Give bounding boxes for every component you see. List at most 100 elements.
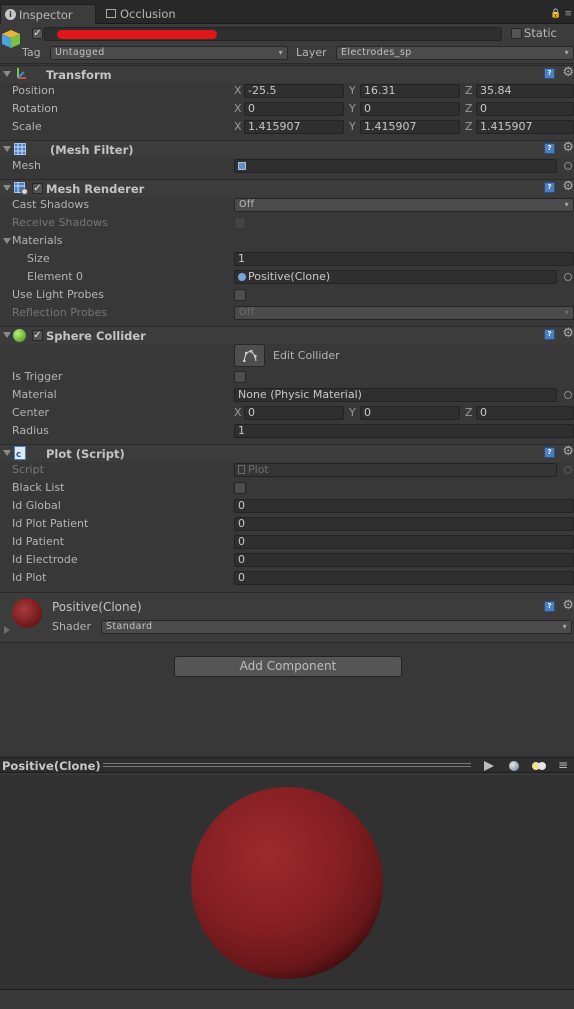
use-light-probes-checkbox[interactable] (234, 289, 246, 301)
mesh-label: Mesh (12, 159, 41, 172)
materials-fold-icon[interactable] (3, 238, 11, 244)
object-picker-icon[interactable] (564, 273, 572, 281)
materials-size-field[interactable]: 1 (234, 252, 574, 266)
rotation-x-axis-label[interactable]: X (234, 102, 242, 115)
id-plot-patient-field[interactable]: 0 (234, 517, 574, 531)
rotation-y-axis-label[interactable]: Y (349, 102, 356, 115)
mesh-renderer-enabled-checkbox[interactable]: ✓ (32, 183, 43, 194)
rotation-y-field[interactable]: 0 (360, 102, 460, 116)
add-component-button[interactable]: Add Component (174, 656, 402, 677)
edit-collider-label: Edit Collider (273, 349, 340, 362)
radius-field[interactable]: 1 (234, 424, 574, 438)
material-fold-icon[interactable] (4, 626, 10, 634)
shader-dropdown[interactable]: Standard ▾ (101, 620, 572, 634)
mesh-filter-header[interactable]: (Mesh Filter) ? ⚙ (0, 140, 574, 158)
preview-sphere-icon[interactable] (509, 761, 519, 771)
center-x-field[interactable]: 0 (244, 406, 344, 420)
scale-z-field[interactable]: 1.415907 (476, 120, 574, 134)
scale-y-field[interactable]: 1.415907 (360, 120, 460, 134)
help-book-icon[interactable]: ? (544, 601, 555, 612)
object-picker-icon[interactable] (564, 391, 572, 399)
mesh-renderer-icon (14, 182, 28, 195)
edit-collider-button[interactable] (234, 344, 265, 367)
scale-z-axis-label[interactable]: Z (465, 120, 473, 133)
mesh-object-field[interactable] (234, 159, 557, 173)
position-x-field[interactable]: -25.5 (244, 84, 344, 98)
fold-arrow-icon[interactable] (3, 146, 11, 152)
plot-script-header[interactable]: c Plot (Script) ? ⚙ (0, 444, 574, 462)
chevron-down-icon: ▾ (562, 622, 567, 631)
center-y-field[interactable]: 0 (360, 406, 460, 420)
cast-shadows-dropdown[interactable]: Off ▾ (234, 198, 574, 212)
preview-menu-icon[interactable]: ≡ (558, 758, 568, 772)
gear-icon[interactable]: ⚙ (562, 65, 574, 80)
rotation-x-field[interactable]: 0 (244, 102, 344, 116)
gear-icon[interactable]: ⚙ (562, 598, 574, 613)
position-y-field[interactable]: 16.31 (360, 84, 460, 98)
layer-dropdown[interactable]: Electrodes_sp ▾ (336, 46, 574, 60)
center-z-axis-label[interactable]: Z (465, 406, 473, 419)
mesh-renderer-header[interactable]: ✓ Mesh Renderer ? ⚙ (0, 179, 574, 197)
position-z-field[interactable]: 35.84 (476, 84, 574, 98)
object-picker-icon[interactable] (564, 162, 572, 170)
fold-arrow-icon[interactable] (3, 450, 11, 456)
gear-icon[interactable]: ⚙ (562, 179, 574, 194)
black-list-checkbox[interactable] (234, 482, 246, 494)
fold-arrow-icon[interactable] (3, 71, 11, 77)
play-icon[interactable] (482, 760, 496, 772)
fold-arrow-icon[interactable] (3, 185, 11, 191)
object-name-field[interactable] (44, 27, 502, 41)
tag-value: Untagged (55, 47, 105, 58)
sphere-collider-title: Sphere Collider (46, 329, 146, 343)
center-x-axis-label[interactable]: X (234, 406, 242, 419)
gear-icon[interactable]: ⚙ (562, 140, 574, 155)
help-book-icon[interactable]: ? (544, 182, 555, 193)
help-book-icon[interactable]: ? (544, 329, 555, 340)
position-z-axis-label[interactable]: Z (465, 84, 473, 97)
gear-icon[interactable]: ⚙ (562, 326, 574, 341)
rotation-z-axis-label[interactable]: Z (465, 102, 473, 115)
tab-occlusion[interactable]: Occlusion (102, 4, 192, 24)
position-x-axis-label[interactable]: X (234, 84, 242, 97)
chevron-down-icon: ▾ (564, 200, 569, 209)
active-checkbox[interactable]: ✓ (32, 28, 43, 39)
chevron-down-icon: ▾ (564, 308, 569, 317)
physic-material-field[interactable]: None (Physic Material) (234, 388, 557, 402)
preview-resize-grip[interactable] (103, 763, 471, 767)
fold-arrow-icon[interactable] (3, 332, 11, 338)
center-z-field[interactable]: 0 (476, 406, 574, 420)
id-plot-field[interactable]: 0 (234, 571, 574, 585)
rotation-z-field[interactable]: 0 (476, 102, 574, 116)
scale-x-field[interactable]: 1.415907 (244, 120, 344, 134)
center-y-axis-label[interactable]: Y (349, 406, 356, 419)
id-global-field[interactable]: 0 (234, 499, 574, 513)
id-plot-label: Id Plot (12, 571, 47, 584)
scale-x-axis-label[interactable]: X (234, 120, 242, 133)
help-book-icon[interactable]: ? (544, 143, 555, 154)
light-toggle-icon[interactable] (531, 761, 547, 771)
static-checkbox[interactable] (511, 28, 522, 39)
element0-material-field[interactable]: Positive(Clone) (234, 270, 557, 284)
preview-toolbar[interactable]: Positive(Clone) ≡ (0, 757, 574, 773)
csharp-script-icon: c (14, 446, 26, 460)
help-book-icon[interactable]: ? (544, 68, 555, 79)
script-value: Plot (248, 463, 269, 476)
scale-y-axis-label[interactable]: Y (349, 120, 356, 133)
preview-area[interactable] (0, 775, 574, 990)
script-file-icon (238, 465, 245, 474)
position-y-axis-label[interactable]: Y (349, 84, 356, 97)
tab-menu-icon[interactable]: 🔒 ≡ (550, 9, 572, 19)
id-plot-patient-label: Id Plot Patient (12, 517, 89, 530)
transform-header[interactable]: Transform ? ⚙ (0, 65, 574, 83)
sphere-collider-enabled-checkbox[interactable]: ✓ (32, 330, 43, 341)
gear-icon[interactable]: ⚙ (562, 444, 574, 459)
tag-dropdown[interactable]: Untagged ▾ (50, 46, 288, 60)
help-book-icon[interactable]: ? (544, 447, 555, 458)
id-electrode-field[interactable]: 0 (234, 553, 574, 567)
id-patient-field[interactable]: 0 (234, 535, 574, 549)
materials-label[interactable]: Materials (12, 234, 62, 247)
tab-inspector[interactable]: i Inspector (0, 4, 96, 24)
shader-label: Shader (52, 620, 91, 633)
sphere-collider-header[interactable]: ✓ Sphere Collider ? ⚙ (0, 326, 574, 344)
is-trigger-checkbox[interactable] (234, 371, 246, 383)
